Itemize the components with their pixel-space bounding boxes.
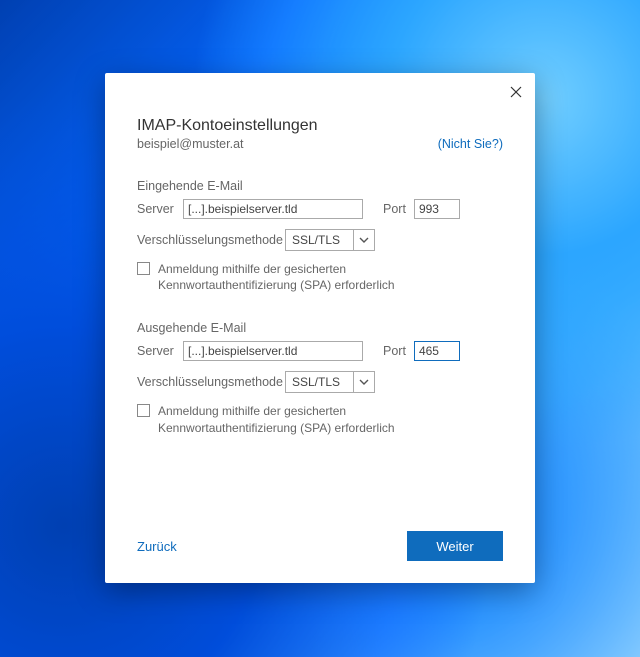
outgoing-port-label: Port [383,344,406,358]
close-icon [510,86,522,98]
incoming-spa-label: Anmeldung mithilfe der gesicherten Kennw… [158,261,488,293]
incoming-spa-checkbox[interactable] [137,262,150,275]
outgoing-port-input[interactable] [414,341,460,361]
chevron-down-icon [353,372,374,392]
incoming-server-input[interactable] [183,199,363,219]
outgoing-heading: Ausgehende E-Mail [137,321,503,335]
not-you-link[interactable]: (Nicht Sie?) [438,137,503,151]
outgoing-spa-checkbox[interactable] [137,404,150,417]
outgoing-encryption-select[interactable]: SSL/TLS [285,371,375,393]
incoming-encryption-value: SSL/TLS [292,233,340,247]
outgoing-encryption-value: SSL/TLS [292,375,340,389]
imap-settings-dialog: IMAP-Kontoeinstellungen beispiel@muster.… [105,73,535,583]
outgoing-server-input[interactable] [183,341,363,361]
outgoing-encryption-label: Verschlüsselungsmethode [137,375,277,389]
next-button[interactable]: Weiter [407,531,503,561]
incoming-port-input[interactable] [414,199,460,219]
account-email: beispiel@muster.at [137,137,244,151]
dialog-title: IMAP-Kontoeinstellungen [137,117,503,135]
chevron-down-icon [353,230,374,250]
back-button[interactable]: Zurück [137,539,177,554]
incoming-encryption-label: Verschlüsselungsmethode [137,233,277,247]
outgoing-spa-label: Anmeldung mithilfe der gesicherten Kennw… [158,403,488,435]
incoming-port-label: Port [383,202,406,216]
incoming-heading: Eingehende E-Mail [137,179,503,193]
incoming-encryption-select[interactable]: SSL/TLS [285,229,375,251]
close-button[interactable] [503,79,529,105]
incoming-server-label: Server [137,202,175,216]
outgoing-server-label: Server [137,344,175,358]
